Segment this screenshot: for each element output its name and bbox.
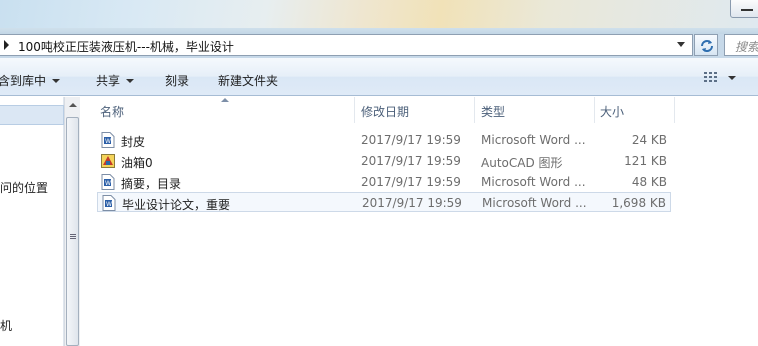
scrollbar-grip-icon [70,234,76,235]
address-bar-row: 100吨校正压装液压机---机械，毕业设计 搜索 [0,34,758,58]
file-size: 121 KB [624,154,667,168]
chevron-down-icon [728,76,736,80]
file-list-header: 名称 修改日期 类型 大小 [80,97,758,123]
nav-selected-item[interactable] [0,105,64,125]
address-history-dropdown-icon[interactable] [677,42,685,47]
file-date: 2017/9/17 19:59 [361,154,461,168]
chevron-down-icon [126,79,135,83]
include-in-library-label: 包含到库中 [0,74,47,88]
minimize-button[interactable] [730,0,758,18]
breadcrumb-arrow-icon[interactable] [4,40,9,50]
file-row-selected[interactable]: W 毕业设计论文，重要 2017/9/17 19:59 Microsoft Wo… [97,192,671,212]
column-divider[interactable] [594,97,595,123]
file-type: Microsoft Word ... [481,175,586,189]
view-options-icon [704,72,718,84]
word-doc-icon: W [101,132,115,148]
file-size: 48 KB [631,175,667,189]
navigation-scrollbar[interactable] [64,97,80,346]
file-row[interactable]: W 封皮 2017/9/17 19:59 Microsoft Word ... … [97,130,671,150]
file-date: 2017/9/17 19:59 [361,175,461,189]
search-input[interactable]: 搜索 [724,34,758,56]
column-divider[interactable] [354,97,355,123]
word-doc-icon: W [101,174,115,190]
sort-ascending-icon [221,98,229,102]
file-type: Microsoft Word ... [482,196,587,210]
svg-text:W: W [105,138,111,145]
file-type: AutoCAD 图形 [481,156,563,170]
navigation-pane: 最近访问的位置 计算机 [0,97,64,346]
column-divider[interactable] [474,97,475,123]
share-label: 共享 [96,74,121,88]
breadcrumb[interactable]: 100吨校正压装液压机---机械，毕业设计 [18,38,234,55]
file-name: 封皮 [121,135,146,149]
column-header-size[interactable]: 大小 [600,103,624,120]
address-bar[interactable]: 100吨校正压装液压机---机械，毕业设计 [0,34,693,56]
column-header-type[interactable]: 类型 [481,103,505,120]
file-date: 2017/9/17 19:59 [362,196,462,210]
file-date: 2017/9/17 19:59 [361,133,461,147]
scrollbar-thumb[interactable] [66,117,79,346]
change-view-button[interactable] [704,72,744,86]
file-row[interactable]: W 摘要，目录 2017/9/17 19:59 Microsoft Word .… [97,172,671,192]
scroll-up-icon[interactable] [69,103,77,107]
column-divider[interactable] [674,97,675,123]
svg-text:W: W [105,180,111,187]
file-name: 毕业设计论文，重要 [122,198,231,212]
command-bar: 包含到库中 共享 刻录 新建文件夹 [0,58,758,96]
column-header-name[interactable]: 名称 [100,103,124,120]
file-size: 24 KB [631,133,667,147]
new-folder-button[interactable]: 新建文件夹 [218,72,278,89]
include-in-library-button[interactable]: 包含到库中 [0,72,61,89]
file-name: 油箱0 [121,156,153,170]
file-name: 摘要，目录 [121,177,182,191]
burn-button[interactable]: 刻录 [165,72,189,89]
nav-item-computer[interactable]: 计算机 [0,317,12,334]
share-button[interactable]: 共享 [96,72,135,89]
file-type: Microsoft Word ... [481,133,586,147]
refresh-button[interactable] [694,34,718,56]
search-placeholder: 搜索 [735,40,758,54]
file-row[interactable]: 油箱0 2017/9/17 19:59 AutoCAD 图形 121 KB [97,151,671,171]
refresh-icon [701,40,713,52]
svg-text:W: W [106,201,112,208]
column-header-date[interactable]: 修改日期 [361,103,409,120]
chevron-down-icon [52,79,61,83]
file-size: 1,698 KB [611,196,666,210]
nav-item-recent-places[interactable]: 最近访问的位置 [0,179,48,196]
word-doc-icon: W [102,195,116,211]
minimize-icon [741,9,753,11]
window-title-glass [0,0,758,34]
autocad-dwg-icon [101,154,115,168]
